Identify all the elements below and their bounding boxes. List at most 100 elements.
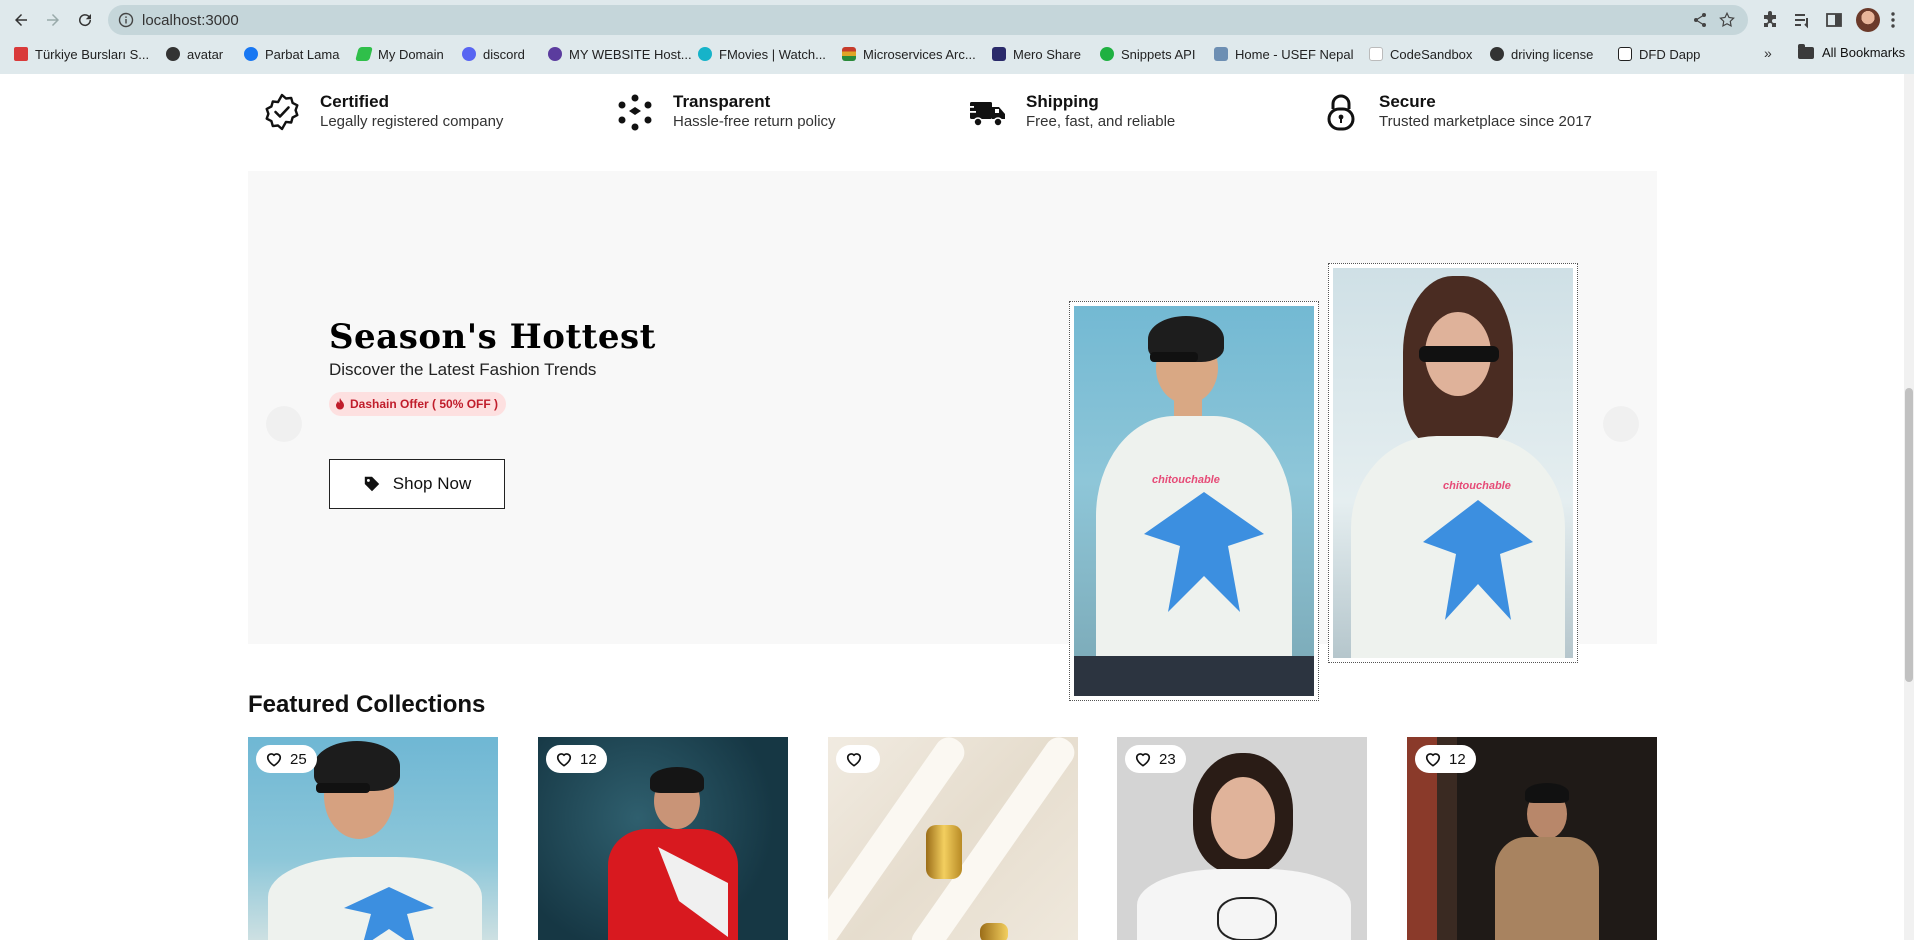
collection-card[interactable]: 12 (1407, 737, 1657, 940)
feature-title: Shipping (1026, 92, 1099, 111)
kebab-menu-icon[interactable] (1886, 10, 1900, 30)
offer-badge: Dashain Offer ( 50% OFF ) (329, 392, 507, 416)
page-content: Certified Legally registered company Tra… (0, 74, 1904, 940)
notion-favicon (1618, 47, 1632, 61)
hero-carousel: Season's Hottest Discover the Latest Fas… (248, 171, 1657, 701)
carousel-prev-button[interactable] (266, 406, 302, 442)
like-count: 12 (580, 750, 597, 768)
reading-list-icon[interactable] (1792, 10, 1812, 30)
hero-photo-man: chitouchable (1069, 301, 1319, 701)
feature-secure: Secure Trusted marketplace since 2017 (1321, 92, 1592, 132)
globe-icon (1490, 47, 1504, 61)
browser-toolbar: localhost:3000 (0, 0, 1914, 40)
transparent-cycle-icon (618, 94, 652, 131)
hero-image: chitouchable (1074, 306, 1314, 696)
shop-now-button[interactable]: Shop Now (329, 459, 505, 509)
reload-icon (79, 14, 92, 27)
turkiye-burslari-favicon (14, 47, 28, 61)
all-bookmarks-button[interactable]: All Bookmarks (1798, 43, 1905, 60)
profile-avatar[interactable] (1856, 8, 1880, 32)
like-button[interactable]: 12 (546, 745, 607, 773)
feature-desc: Legally registered company (320, 113, 504, 130)
bookmark-item[interactable]: MY WEBSITE Host... (548, 45, 692, 63)
collection-card[interactable]: 25 (248, 737, 498, 940)
delivery-truck-icon (968, 102, 1005, 127)
bookmarks-bar: Türkiye Bursları S... avatar Parbat Lama… (0, 42, 1914, 66)
collection-card[interactable]: 23 (1117, 737, 1367, 940)
hero-title: Season's Hottest (329, 317, 656, 357)
heart-icon (266, 753, 282, 767)
hero-photo-woman: chitouchable (1328, 263, 1578, 663)
url-text[interactable]: localhost:3000 (142, 12, 239, 29)
price-tag-icon (364, 476, 379, 492)
bookmark-item[interactable]: Snippets API (1100, 45, 1195, 63)
globe-icon (166, 47, 180, 61)
facebook-favicon (244, 47, 258, 61)
bookmark-item[interactable]: My Domain (355, 45, 444, 63)
bookmark-item[interactable]: CodeSandbox (1369, 45, 1472, 63)
fmovies-favicon (698, 47, 712, 61)
like-button[interactable]: 23 (1125, 745, 1186, 773)
bookmark-star-icon[interactable] (1718, 11, 1736, 29)
carousel-next-button[interactable] (1603, 406, 1639, 442)
like-button[interactable]: 25 (256, 745, 317, 773)
feature-certified: Certified Legally registered company (262, 92, 503, 132)
more-bookmarks-button[interactable]: » (1764, 45, 1772, 61)
bookmark-item[interactable]: Mero Share (992, 45, 1081, 63)
bookmark-item[interactable]: Türkiye Bursları S... (14, 45, 149, 63)
feature-desc: Hassle-free return policy (673, 113, 836, 130)
bookmark-item[interactable]: driving license (1490, 45, 1593, 63)
heart-icon (1135, 753, 1151, 767)
like-button[interactable]: 12 (1415, 745, 1476, 773)
hosting-favicon (548, 47, 562, 61)
reload-button[interactable] (73, 8, 97, 32)
arrow-right-icon (47, 14, 59, 26)
address-bar[interactable]: localhost:3000 (108, 5, 1748, 35)
bookmark-item[interactable]: discord (462, 45, 525, 63)
discord-favicon (462, 47, 476, 61)
feature-desc: Free, fast, and reliable (1026, 113, 1176, 130)
like-button[interactable] (836, 745, 880, 773)
bookmark-item[interactable]: FMovies | Watch... (698, 45, 826, 63)
mero-share-favicon (992, 47, 1006, 61)
bookmark-item[interactable]: DFD Dapp (1618, 45, 1700, 63)
heart-icon (1425, 753, 1441, 767)
hero-image: chitouchable (1333, 268, 1573, 658)
back-button[interactable] (9, 8, 33, 32)
bookmark-item[interactable]: Parbat Lama (244, 45, 339, 63)
arrow-left-icon (15, 14, 27, 26)
like-count: 12 (1449, 750, 1466, 768)
feature-shipping: Shipping Free, fast, and reliable (968, 92, 1175, 132)
forward-button[interactable] (41, 8, 65, 32)
heart-icon (846, 753, 862, 767)
bookmark-item[interactable]: avatar (166, 45, 223, 63)
site-info-icon[interactable] (118, 12, 134, 28)
like-count: 23 (1159, 750, 1176, 768)
snippets-favicon (1100, 47, 1114, 61)
usef-favicon (1214, 47, 1228, 61)
hero-subtitle: Discover the Latest Fashion Trends (329, 360, 597, 379)
stack-favicon (842, 47, 856, 61)
extensions-puzzle-icon[interactable] (1760, 10, 1780, 30)
feature-desc: Trusted marketplace since 2017 (1379, 113, 1592, 130)
feature-title: Transparent (673, 92, 771, 111)
side-panel-icon[interactable] (1824, 10, 1844, 30)
collection-card[interactable]: 12 (538, 737, 788, 940)
feature-strip: Certified Legally registered company Tra… (262, 74, 1657, 160)
certified-badge-icon (265, 93, 299, 131)
bookmark-item[interactable]: Microservices Arc... (842, 45, 976, 63)
collection-card[interactable] (828, 737, 1078, 940)
folder-icon (1798, 43, 1814, 59)
codesandbox-favicon (1369, 47, 1383, 61)
feature-transparent: Transparent Hassle-free return policy (615, 92, 836, 132)
hashnode-favicon (355, 47, 373, 61)
bookmark-item[interactable]: Home - USEF Nepal (1214, 45, 1353, 63)
lock-icon (1327, 94, 1355, 131)
browser-chrome: localhost:3000 Türkiye Bursları S... ava… (0, 0, 1914, 74)
share-icon[interactable] (1692, 12, 1708, 28)
heart-icon (556, 753, 572, 767)
scrollbar-thumb[interactable] (1905, 388, 1913, 682)
feature-title: Secure (1379, 92, 1436, 111)
featured-collections-title: Featured Collections (248, 691, 486, 718)
like-count: 25 (290, 750, 307, 768)
